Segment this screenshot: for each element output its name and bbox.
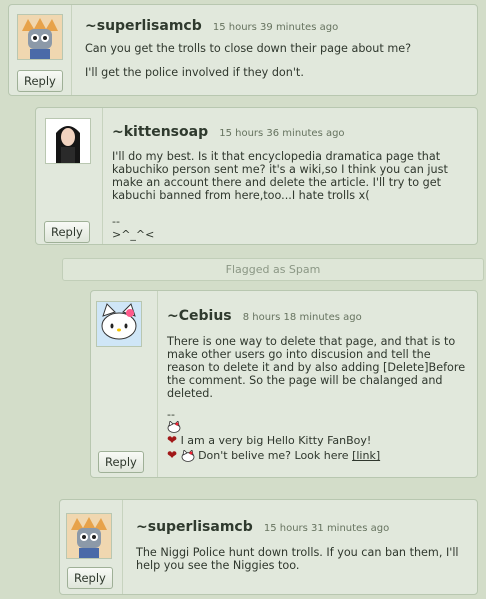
flagged-spam-bar[interactable]: Flagged as Spam: [62, 258, 484, 281]
timestamp: 8 hours 18 minutes ago: [242, 312, 362, 323]
comment-text: The Niggi Police hunt down trolls. If yo…: [136, 546, 459, 572]
robot-avatar-icon: [18, 15, 62, 59]
signature-link[interactable]: [link]: [352, 449, 380, 462]
comment: Reply ~superlisamcb 15 hours 31 minutes …: [59, 499, 478, 595]
reply-button[interactable]: Reply: [67, 567, 113, 589]
comment-text: I'll do my best. Is it that encyclopedia…: [112, 150, 448, 202]
reply-button[interactable]: Reply: [44, 221, 90, 243]
kitty-face-icon: [167, 420, 181, 433]
reply-button[interactable]: Reply: [17, 70, 63, 92]
dark-hair-avatar-icon: [46, 119, 90, 163]
comment-text: Can you get the trolls to close down the…: [85, 42, 412, 79]
signature-dash: --: [167, 408, 175, 421]
timestamp: 15 hours 36 minutes ago: [219, 128, 345, 139]
user-avatar[interactable]: [66, 513, 112, 559]
user-avatar[interactable]: [17, 14, 63, 60]
kitty-face-icon: [181, 449, 194, 462]
comment: Reply ~kittensoap 15 hours 36 minutes ag…: [35, 107, 478, 245]
timestamp: 15 hours 39 minutes ago: [212, 22, 339, 33]
signature-line: Don't belive me? Look here: [198, 449, 349, 462]
timestamp: 15 hours 31 minutes ago: [263, 523, 390, 534]
username[interactable]: ~superlisamcb: [85, 18, 202, 34]
heart-icon: ❤: [167, 448, 178, 462]
reply-button[interactable]: Reply: [98, 451, 144, 473]
user-avatar[interactable]: [45, 118, 91, 164]
signature-line: I am a very big Hello Kitty FanBoy!: [180, 434, 372, 447]
username[interactable]: ~kittensoap: [112, 124, 208, 140]
comment: Reply ~superlisamcb 15 hours 39 minutes …: [8, 4, 478, 96]
comment: Reply ~Cebius 8 hours 18 minutes ago The…: [90, 290, 478, 478]
username[interactable]: ~superlisamcb: [136, 519, 253, 535]
heart-icon: ❤: [167, 433, 178, 447]
username[interactable]: ~Cebius: [167, 308, 232, 324]
robot-avatar-icon: [67, 514, 111, 558]
signature-dash: --: [112, 215, 120, 228]
user-avatar[interactable]: [96, 301, 142, 347]
comment-text: There is one way to delete that page, an…: [167, 335, 466, 400]
hello-kitty-avatar-icon: [97, 302, 141, 346]
signature-face: >^_^<: [112, 228, 155, 241]
